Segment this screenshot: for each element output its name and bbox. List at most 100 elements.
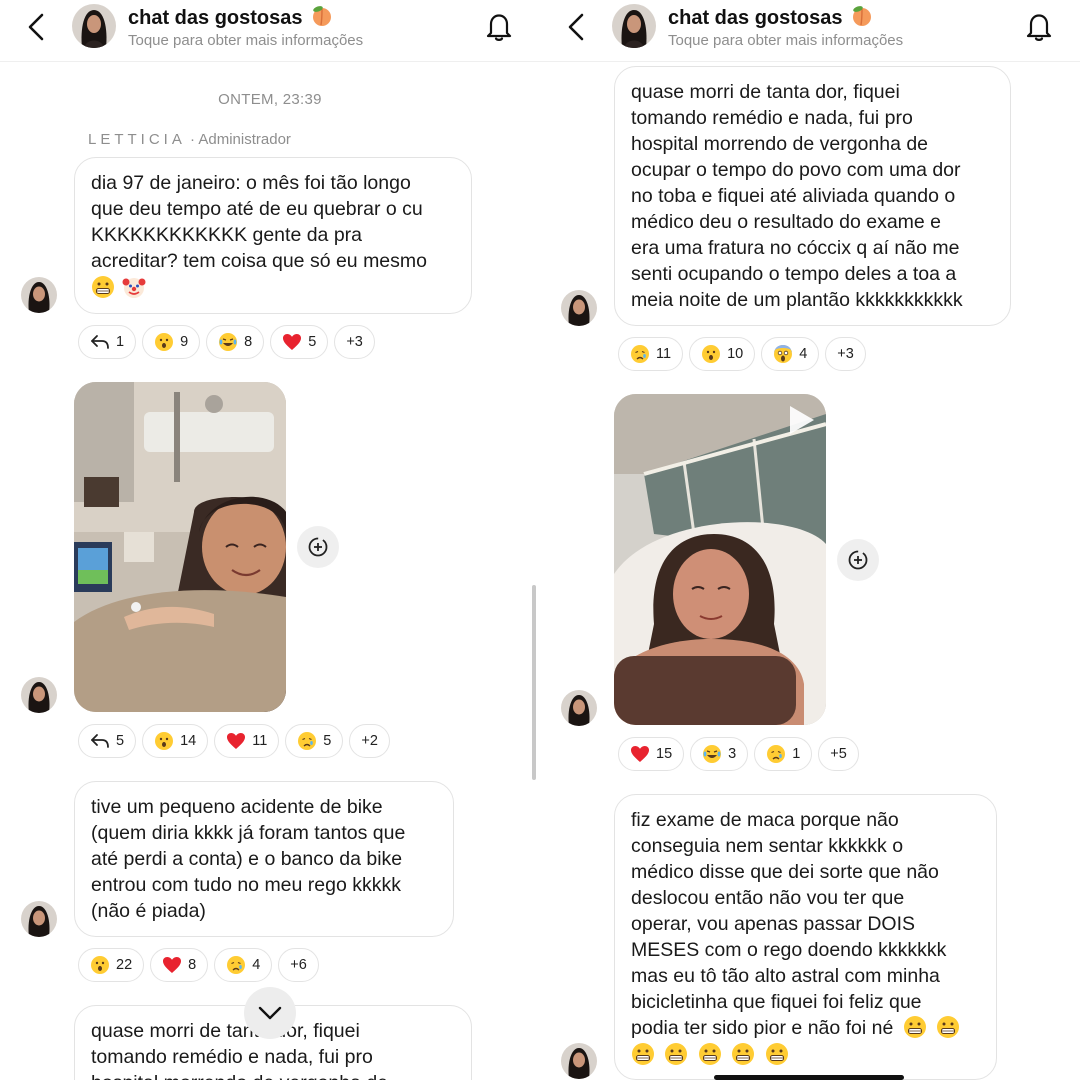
message-line: até perdi a conta) e o banco da bike (91, 848, 403, 870)
sender-role: · Administrador (190, 131, 291, 148)
sender-avatar[interactable] (21, 677, 57, 713)
reaction-pill[interactable]: 4 (214, 948, 273, 982)
reaction-pill[interactable]: 8 (150, 948, 209, 982)
notifications-button[interactable] (1024, 10, 1054, 42)
reaction-pill[interactable]: 8 (206, 325, 265, 359)
reaction-count: 22 (116, 957, 133, 973)
share-icon (308, 537, 328, 557)
reaction-count: 3 (728, 746, 737, 762)
sender-avatar[interactable] (21, 277, 57, 313)
message-line: dia 97 de janeiro: o mês foi tão longo (91, 172, 411, 194)
message-bubble[interactable]: quase morri de tanta dor, fiquei tomando… (614, 66, 1011, 326)
reaction-pill[interactable]: 11 (214, 724, 280, 758)
reaction-pill[interactable]: 14 (142, 724, 209, 758)
message-line: ocupar o tempo do povo com uma dor (631, 159, 961, 181)
photo-message[interactable] (74, 382, 286, 712)
message-line: meia noite de um plantão kkkkkkkkkkk (631, 289, 963, 311)
video-message[interactable] (614, 394, 826, 725)
peach-icon (853, 6, 872, 26)
reaction-pill[interactable]: 5 (285, 724, 344, 758)
crying-face-icon (227, 956, 246, 974)
chat-subtitle[interactable]: Toque para obter mais informações (128, 32, 363, 49)
message-line: acreditar? tem coisa que só eu mesmo (91, 250, 427, 272)
reaction-pill[interactable]: 3 (690, 737, 749, 771)
surprised-face-icon (155, 732, 174, 750)
laughing-face-icon (703, 745, 722, 763)
message-line: tomando remédio e nada, fui pro (91, 1046, 373, 1068)
more-reactions[interactable]: +2 (349, 724, 390, 758)
sender-avatar[interactable] (561, 690, 597, 726)
message-bubble[interactable]: tive um pequeno acidente de bike (quem d… (74, 781, 454, 937)
grimacing-face-icon (698, 1043, 721, 1065)
red-heart-icon (631, 746, 649, 762)
message-line: quase morri de tanta dor, fiquei (631, 81, 900, 103)
peach-icon (313, 6, 332, 26)
group-avatar[interactable] (612, 4, 656, 48)
more-reactions[interactable]: +3 (334, 325, 375, 359)
reaction-reply[interactable]: 5 (78, 724, 137, 758)
more-reactions[interactable]: +3 (825, 337, 866, 371)
scrollbar[interactable] (532, 585, 536, 780)
message-line: MESES com o rego doendo kkkkkkk (631, 939, 947, 961)
more-reactions[interactable]: +5 (818, 737, 859, 771)
reply-icon (91, 335, 109, 349)
grimacing-face-icon (937, 1016, 960, 1038)
chat-title[interactable]: chat das gostosas (668, 5, 874, 30)
message-line: médico deu o resultado do exame e (631, 211, 942, 233)
reaction-pill[interactable]: 9 (142, 325, 201, 359)
reaction-count: 5 (116, 733, 125, 749)
reaction-pill[interactable]: 5 (270, 325, 329, 359)
bell-icon (486, 14, 512, 41)
scroll-to-bottom-button[interactable] (244, 987, 296, 1039)
reaction-count: 1 (116, 334, 125, 350)
share-button[interactable] (297, 526, 339, 568)
grimacing-face-icon (92, 276, 114, 298)
back-button[interactable] (22, 10, 52, 44)
chat-subtitle[interactable]: Toque para obter mais informações (668, 32, 903, 49)
home-indicator[interactable] (714, 1075, 904, 1080)
message-line: conseguia nem sentar kkkkkk o (631, 835, 904, 857)
back-button[interactable] (562, 10, 592, 44)
surprised-face-icon (702, 345, 721, 363)
reaction-reply[interactable]: 1 (78, 325, 137, 359)
message-line: hospital morrendo de vergonha de (631, 133, 929, 155)
date-separator: ONTEM, 23:39 (218, 91, 322, 108)
chevron-left-icon (28, 13, 44, 41)
reaction-pill[interactable]: 1 (754, 737, 813, 771)
reaction-pill[interactable]: 4 (761, 337, 820, 371)
sender-avatar[interactable] (561, 290, 597, 326)
chat-title[interactable]: chat das gostosas (128, 5, 334, 30)
reaction-count: 11 (252, 733, 268, 749)
reaction-pill[interactable]: 22 (78, 948, 145, 982)
reactions-row: 15 3 1 +5 (618, 737, 859, 771)
message-bubble[interactable]: fiz exame de maca porque não conseguia n… (614, 794, 997, 1080)
chat-title-text: chat das gostosas (668, 7, 843, 29)
more-reactions[interactable]: +6 (278, 948, 319, 982)
message-line: no toba e fiquei até aliviada quando o (631, 185, 956, 207)
share-button[interactable] (837, 539, 879, 581)
hospital-stretcher-video (614, 394, 826, 725)
group-avatar[interactable] (72, 4, 116, 48)
reaction-pill[interactable]: 15 (618, 737, 685, 771)
sender-avatar[interactable] (21, 901, 57, 937)
notifications-button[interactable] (484, 10, 514, 42)
sender-avatar[interactable] (561, 1043, 597, 1079)
crying-face-icon (631, 345, 649, 363)
emoji-line (631, 1042, 980, 1069)
laughing-face-icon (219, 333, 238, 351)
message-line: deslocou então não vou ter que (631, 887, 905, 909)
reaction-pill[interactable]: 11 (618, 337, 684, 371)
reactions-row: 22 8 4 +6 (78, 948, 319, 982)
reaction-pill[interactable]: 10 (689, 337, 756, 371)
screaming-face-icon (774, 345, 793, 363)
grimacing-face-icon (632, 1043, 654, 1065)
surprised-face-icon (155, 333, 174, 351)
bell-icon (1026, 14, 1052, 41)
reactions-row: 1 9 8 5 +3 (78, 325, 375, 359)
message-bubble[interactable]: dia 97 de janeiro: o mês foi tão longo q… (74, 157, 472, 314)
reaction-count: 15 (656, 746, 673, 762)
red-heart-icon (227, 733, 246, 749)
sender-name[interactable]: LETTICIA (88, 131, 186, 148)
message-line: mas eu tô tão alto astral com minha (631, 965, 940, 987)
reactions-row: 5 14 11 5 +2 (78, 724, 390, 758)
